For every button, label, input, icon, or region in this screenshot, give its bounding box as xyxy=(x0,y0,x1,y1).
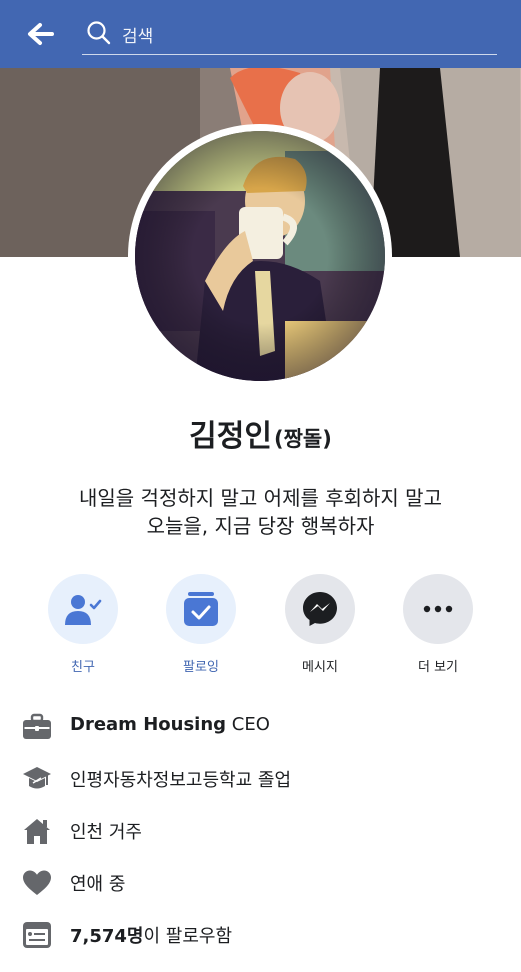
profile-name-row: 김정인(짱돌) xyxy=(0,411,521,455)
followers-feed-icon xyxy=(23,922,51,948)
more-label: 더 보기 xyxy=(417,660,458,675)
work-company: Dream Housing xyxy=(70,714,227,735)
following-check-icon xyxy=(184,592,218,626)
info-row-location[interactable]: 인천 거주 xyxy=(0,816,521,868)
education-text: 인평자동차정보고등학교 졸업 xyxy=(70,770,292,791)
friends-button[interactable]: 친구 xyxy=(28,574,138,675)
message-button[interactable]: 메시지 xyxy=(265,574,375,675)
avatar xyxy=(135,131,385,381)
top-navigation-bar: 검색 xyxy=(0,0,521,68)
more-dots-icon xyxy=(423,605,453,613)
following-label: 팔로잉 xyxy=(183,660,219,675)
message-label: 메시지 xyxy=(302,660,338,675)
back-arrow-icon xyxy=(28,23,54,45)
home-icon xyxy=(24,819,50,844)
info-row-work[interactable]: Dream Housing CEO xyxy=(0,712,521,764)
graduation-cap-icon xyxy=(23,767,51,789)
profile-nickname: (짱돌) xyxy=(273,427,332,451)
profile-name: 김정인 xyxy=(189,419,272,454)
info-row-relationship[interactable]: 연애 중 xyxy=(0,868,521,920)
bio-line-1: 내일을 걱정하지 말고 어제를 후회하지 말고 xyxy=(79,486,442,510)
search-input[interactable]: 검색 xyxy=(82,12,497,55)
more-button[interactable]: 더 보기 xyxy=(383,574,493,675)
friend-check-icon xyxy=(65,595,102,625)
location-text: 인천 거주 xyxy=(70,822,142,843)
bio-line-2: 오늘을, 지금 당장 행복하자 xyxy=(146,514,375,538)
search-placeholder: 검색 xyxy=(122,27,154,47)
back-button[interactable] xyxy=(22,17,58,51)
info-row-followers[interactable]: 7,574명이 팔로우함 xyxy=(0,920,521,972)
relationship-text: 연애 중 xyxy=(70,874,126,895)
profile-actions: 친구 팔로잉 메시지 더 보기 xyxy=(0,574,521,675)
following-button[interactable]: 팔로잉 xyxy=(146,574,256,675)
followers-count: 7,574명 xyxy=(70,926,144,947)
briefcase-icon xyxy=(23,713,51,739)
heart-icon xyxy=(23,870,51,895)
profile-picture[interactable] xyxy=(128,124,392,388)
search-icon xyxy=(87,21,111,45)
work-role: CEO xyxy=(226,714,270,735)
followers-suffix: 이 팔로우함 xyxy=(143,926,233,947)
profile-bio: 내일을 걱정하지 말고 어제를 후회하지 말고 오늘을, 지금 당장 행복하자 xyxy=(0,484,521,540)
info-row-education[interactable]: 인평자동차정보고등학교 졸업 xyxy=(0,764,521,816)
messenger-icon xyxy=(303,592,337,626)
friends-label: 친구 xyxy=(71,660,95,675)
